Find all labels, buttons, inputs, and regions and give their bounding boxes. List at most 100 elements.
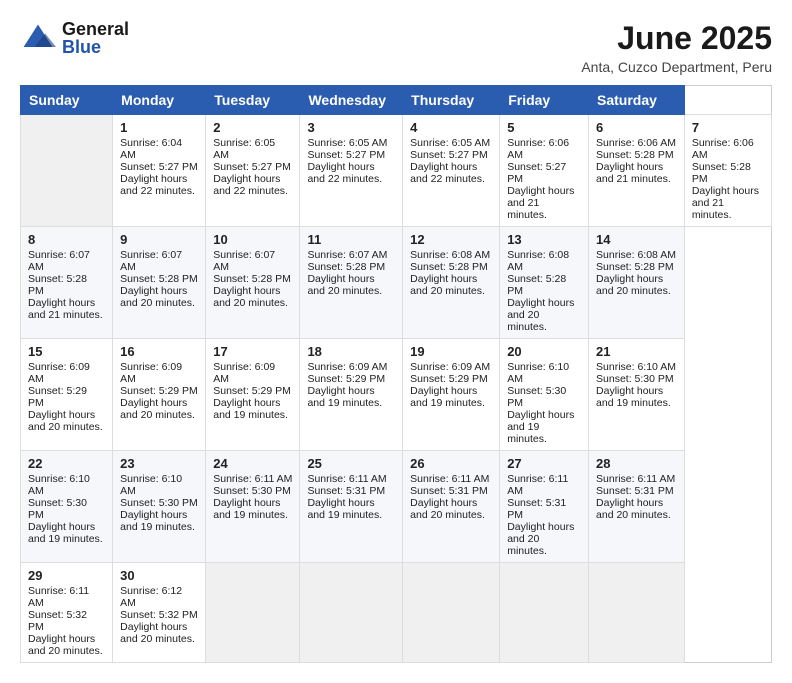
daylight-duration: and 20 minutes.: [120, 409, 195, 421]
sunrise: Sunrise: 6:09 AM: [28, 361, 90, 385]
daylight-duration: and 21 minutes.: [692, 197, 732, 221]
day-number: 9: [120, 232, 198, 247]
day-number: 30: [120, 568, 198, 583]
calendar-header-row: SundayMondayTuesdayWednesdayThursdayFrid…: [21, 86, 772, 115]
daylight-duration: and 19 minutes.: [307, 509, 382, 521]
day-number: 26: [410, 456, 492, 471]
calendar-cell: 14Sunrise: 6:08 AMSunset: 5:28 PMDayligh…: [589, 227, 685, 339]
sunset: Sunset: 5:28 PM: [596, 149, 674, 161]
daylight: Daylight hours: [307, 385, 374, 397]
calendar-cell: 27Sunrise: 6:11 AMSunset: 5:31 PMDayligh…: [500, 451, 589, 563]
day-number: 11: [307, 232, 395, 247]
day-number: 23: [120, 456, 198, 471]
sunset: Sunset: 5:27 PM: [213, 161, 291, 173]
sunset: Sunset: 5:28 PM: [410, 261, 488, 273]
daylight: Daylight hours: [596, 385, 663, 397]
day-number: 7: [692, 120, 764, 135]
weekday-header: Friday: [500, 86, 589, 115]
daylight: Daylight hours: [213, 173, 280, 185]
daylight-duration: and 19 minutes.: [507, 421, 547, 445]
day-number: 27: [507, 456, 581, 471]
weekday-header: Tuesday: [206, 86, 300, 115]
sunset: Sunset: 5:31 PM: [410, 485, 488, 497]
empty-cell: [21, 115, 113, 227]
daylight-duration: and 20 minutes.: [28, 421, 103, 433]
sunrise: Sunrise: 6:07 AM: [307, 249, 387, 261]
logo-blue: Blue: [62, 38, 129, 56]
day-number: 8: [28, 232, 105, 247]
calendar-cell: 9Sunrise: 6:07 AMSunset: 5:28 PMDaylight…: [113, 227, 206, 339]
weekday-header: Saturday: [589, 86, 685, 115]
calendar-cell: 10Sunrise: 6:07 AMSunset: 5:28 PMDayligh…: [206, 227, 300, 339]
calendar-cell: 2Sunrise: 6:05 AMSunset: 5:27 PMDaylight…: [206, 115, 300, 227]
sunrise: Sunrise: 6:09 AM: [307, 361, 387, 373]
sunrise: Sunrise: 6:04 AM: [120, 137, 182, 161]
daylight-duration: and 21 minutes.: [596, 173, 671, 185]
daylight-duration: and 20 minutes.: [213, 297, 288, 309]
daylight: Daylight hours: [410, 385, 477, 397]
daylight: Daylight hours: [120, 509, 187, 521]
daylight: Daylight hours: [213, 497, 280, 509]
day-number: 22: [28, 456, 105, 471]
sunrise: Sunrise: 6:06 AM: [507, 137, 569, 161]
location: Anta, Cuzco Department, Peru: [581, 59, 772, 75]
calendar-cell: [300, 563, 403, 663]
calendar-cell: 7Sunrise: 6:06 AMSunset: 5:28 PMDaylight…: [684, 115, 771, 227]
day-number: 3: [307, 120, 395, 135]
calendar-cell: 25Sunrise: 6:11 AMSunset: 5:31 PMDayligh…: [300, 451, 403, 563]
sunrise: Sunrise: 6:10 AM: [507, 361, 569, 385]
sunrise: Sunrise: 6:08 AM: [596, 249, 676, 261]
daylight: Daylight hours: [120, 621, 187, 633]
daylight: Daylight hours: [307, 273, 374, 285]
weekday-header: Monday: [113, 86, 206, 115]
sunrise: Sunrise: 6:05 AM: [307, 137, 387, 149]
daylight: Daylight hours: [596, 273, 663, 285]
calendar-cell: 1Sunrise: 6:04 AMSunset: 5:27 PMDaylight…: [113, 115, 206, 227]
calendar-cell: 16 Sunrise: 6:09 AMSunset: 5:29 PMDayligh…: [113, 339, 206, 451]
calendar-cell: [206, 563, 300, 663]
sunset: Sunset: 5:30 PM: [213, 485, 291, 497]
sunrise: Sunrise: 6:08 AM: [507, 249, 569, 273]
calendar-cell: [500, 563, 589, 663]
calendar-cell: 26Sunrise: 6:11 AMSunset: 5:31 PMDayligh…: [403, 451, 500, 563]
sunrise: Sunrise: 6:06 AM: [692, 137, 754, 161]
sunset: Sunset: 5:30 PM: [507, 385, 566, 409]
day-number: 13: [507, 232, 581, 247]
sunset: Sunset: 5:28 PM: [28, 273, 87, 297]
sunset: Sunset: 5:28 PM: [692, 161, 751, 185]
day-number: 24: [213, 456, 292, 471]
sunrise: Sunrise: 6:09 AM: [213, 361, 275, 385]
calendar-cell: 22Sunrise: 6:10 AMSunset: 5:30 PMDayligh…: [21, 451, 113, 563]
sunrise: Sunrise: 6:08 AM: [410, 249, 490, 261]
sunrise: Sunrise: 6:09 AM: [410, 361, 490, 373]
calendar-cell: 5Sunrise: 6:06 AMSunset: 5:27 PMDaylight…: [500, 115, 589, 227]
daylight-duration: and 19 minutes.: [596, 397, 671, 409]
sunset: Sunset: 5:29 PM: [213, 385, 291, 397]
daylight: Daylight hours: [410, 273, 477, 285]
calendar-cell: 8Sunrise: 6:07 AMSunset: 5:28 PMDaylight…: [21, 227, 113, 339]
daylight-duration: and 20 minutes.: [410, 509, 485, 521]
day-number: 20: [507, 344, 581, 359]
weekday-header: Wednesday: [300, 86, 403, 115]
daylight: Daylight hours: [507, 297, 574, 309]
sunset: Sunset: 5:29 PM: [410, 373, 488, 385]
calendar-cell: 19Sunrise: 6:09 AMSunset: 5:29 PMDayligh…: [403, 339, 500, 451]
daylight: Daylight hours: [120, 397, 187, 409]
daylight: Daylight hours: [213, 285, 280, 297]
daylight-duration: and 19 minutes.: [213, 509, 288, 521]
day-number: 16: [120, 344, 198, 359]
sunset: Sunset: 5:28 PM: [120, 273, 198, 285]
sunset: Sunset: 5:29 PM: [120, 385, 198, 397]
day-number: 14: [596, 232, 677, 247]
day-number: 29: [28, 568, 105, 583]
sunrise: Sunrise: 6:11 AM: [28, 585, 89, 609]
sunset: Sunset: 5:27 PM: [410, 149, 488, 161]
sunrise: Sunrise: 6:09 AM: [120, 361, 182, 385]
sunrise: Sunrise: 6:05 AM: [410, 137, 490, 149]
daylight-duration: and 20 minutes.: [410, 285, 485, 297]
daylight: Daylight hours: [307, 161, 374, 173]
daylight-duration: and 21 minutes.: [507, 197, 547, 221]
calendar-cell: 24Sunrise: 6:11 AMSunset: 5:30 PMDayligh…: [206, 451, 300, 563]
sunrise: Sunrise: 6:11 AM: [410, 473, 489, 485]
day-number: 6: [596, 120, 677, 135]
